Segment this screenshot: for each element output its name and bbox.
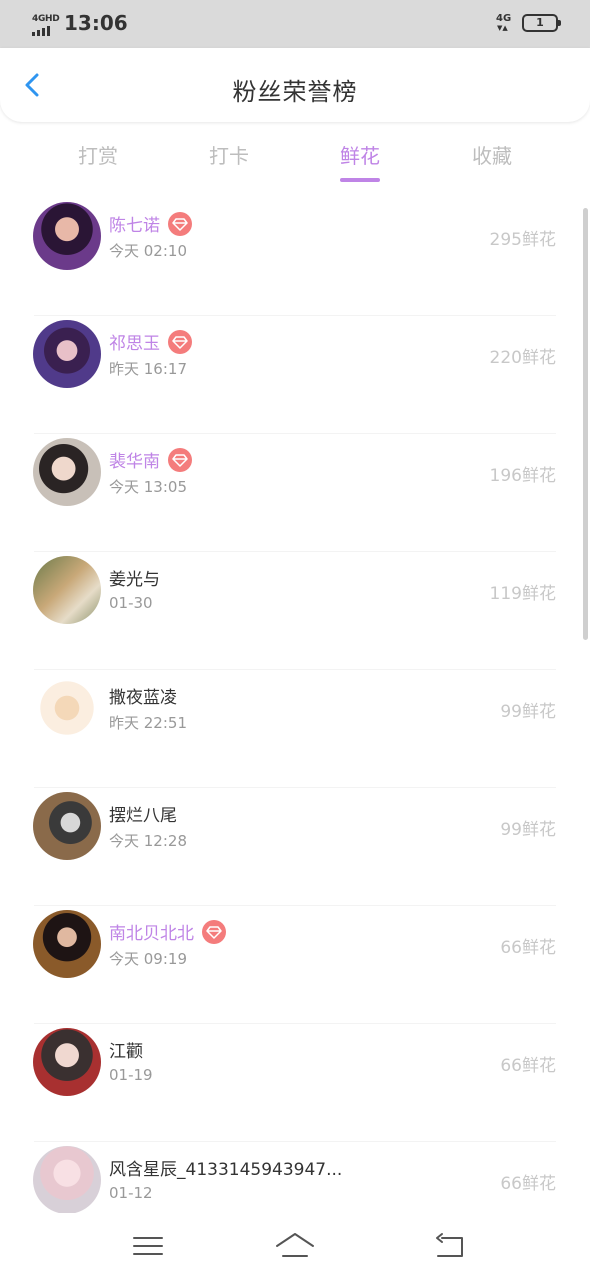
fan-time: 昨天 16:17 bbox=[109, 360, 187, 378]
fan-time: 今天 12:28 bbox=[109, 832, 187, 850]
tab-reward[interactable]: 打赏 bbox=[58, 140, 138, 169]
fan-time: 01-30 bbox=[109, 594, 153, 612]
fan-time: 今天 09:19 bbox=[109, 950, 187, 968]
fan-name[interactable]: 南北贝北北 bbox=[109, 919, 194, 944]
status-right: 4G ▼▲ 1 bbox=[496, 12, 561, 34]
fan-name-line: 祁思玉 bbox=[109, 329, 192, 354]
fan-name-line: 陈七诺 bbox=[109, 211, 192, 236]
fan-name-line: 摆烂八尾 bbox=[109, 801, 177, 826]
page-title: 粉丝荣誉榜 bbox=[232, 78, 358, 106]
data-network-icon: 4G ▼▲ bbox=[496, 13, 512, 32]
fan-time: 今天 13:05 bbox=[109, 478, 187, 496]
status-time: 13:06 bbox=[64, 11, 128, 35]
avatar[interactable] bbox=[33, 202, 101, 270]
list-item[interactable]: 裴华南 今天 13:05 196鲜花 bbox=[0, 434, 590, 552]
list-item[interactable]: 撒夜蓝凌 昨天 22:51 99鲜花 bbox=[0, 670, 590, 788]
status-left: 4GHD 13:06 bbox=[32, 10, 128, 36]
flower-count: 295鲜花 bbox=[489, 230, 556, 250]
tab-bar: 打赏 打卡 鲜花 收藏 bbox=[0, 126, 590, 186]
fan-name[interactable]: 姜光与 bbox=[109, 565, 160, 590]
fan-name[interactable]: 江颧 bbox=[109, 1037, 143, 1062]
fan-time: 01-12 bbox=[109, 1184, 153, 1202]
diamond-icon bbox=[202, 919, 226, 944]
battery-icon: 1 bbox=[522, 14, 561, 32]
menu-icon bbox=[133, 1237, 163, 1255]
fan-name[interactable]: 祁思玉 bbox=[109, 329, 160, 354]
flower-count: 66鲜花 bbox=[500, 1056, 556, 1076]
tab-checkin[interactable]: 打卡 bbox=[189, 140, 269, 169]
fan-name[interactable]: 风含星辰_4133145943947... bbox=[109, 1155, 342, 1180]
diamond-icon bbox=[168, 329, 192, 354]
list-item[interactable]: 姜光与 01-30 119鲜花 bbox=[0, 552, 590, 670]
diamond-icon bbox=[168, 447, 192, 472]
fan-name-line: 裴华南 bbox=[109, 447, 192, 472]
flower-count: 99鲜花 bbox=[500, 820, 556, 840]
avatar[interactable] bbox=[33, 438, 101, 506]
battery-level: 1 bbox=[536, 16, 544, 29]
fan-time: 今天 02:10 bbox=[109, 242, 187, 260]
flower-count: 99鲜花 bbox=[500, 702, 556, 722]
back-nav-button[interactable] bbox=[428, 1229, 472, 1263]
tab-flowers[interactable]: 鲜花 bbox=[320, 140, 400, 182]
diamond-icon bbox=[168, 211, 192, 236]
home-icon bbox=[276, 1233, 314, 1257]
fan-name-line: 风含星辰_4133145943947... bbox=[109, 1155, 342, 1180]
fan-name-line: 南北贝北北 bbox=[109, 919, 226, 944]
network-type-label: 4GHD bbox=[32, 14, 60, 24]
avatar[interactable] bbox=[33, 1028, 101, 1096]
avatar[interactable] bbox=[33, 320, 101, 388]
list-item[interactable]: 摆烂八尾 今天 12:28 99鲜花 bbox=[0, 788, 590, 906]
list-item[interactable]: 祁思玉 昨天 16:17 220鲜花 bbox=[0, 316, 590, 434]
list-item[interactable]: 江颧 01-19 66鲜花 bbox=[0, 1024, 590, 1142]
flower-count: 119鲜花 bbox=[489, 584, 556, 604]
tab-flowers-label: 鲜花 bbox=[340, 144, 380, 168]
active-tab-indicator bbox=[340, 178, 380, 182]
return-icon bbox=[436, 1233, 463, 1257]
avatar[interactable] bbox=[33, 910, 101, 978]
menu-button[interactable] bbox=[126, 1229, 170, 1263]
flower-count: 66鲜花 bbox=[500, 938, 556, 958]
flower-count: 220鲜花 bbox=[489, 348, 556, 368]
system-nav-bar bbox=[0, 1213, 590, 1280]
fan-time: 01-19 bbox=[109, 1066, 153, 1084]
flower-count: 196鲜花 bbox=[489, 466, 556, 486]
list-item[interactable]: 风含星辰_4133145943947... 01-12 66鲜花 bbox=[0, 1142, 590, 1213]
fan-name[interactable]: 摆烂八尾 bbox=[109, 801, 177, 826]
fan-name[interactable]: 裴华南 bbox=[109, 447, 160, 472]
home-button[interactable] bbox=[273, 1229, 317, 1263]
tab-favorites[interactable]: 收藏 bbox=[452, 140, 532, 169]
avatar[interactable] bbox=[33, 556, 101, 624]
fan-name-line: 姜光与 bbox=[109, 565, 160, 590]
fan-ranking-list: 陈七诺 今天 02:10 295鲜花 祁思玉 昨天 16:17 220鲜花 裴华… bbox=[0, 198, 590, 1213]
app-header: 粉丝荣誉榜 bbox=[0, 48, 590, 122]
avatar[interactable] bbox=[33, 792, 101, 860]
list-item[interactable]: 南北贝北北 今天 09:19 66鲜花 bbox=[0, 906, 590, 1024]
fan-name[interactable]: 撒夜蓝凌 bbox=[109, 683, 177, 708]
flower-count: 66鲜花 bbox=[500, 1174, 556, 1194]
status-bar: 4GHD 13:06 4G ▼▲ 1 bbox=[0, 0, 590, 48]
fan-time: 昨天 22:51 bbox=[109, 714, 187, 732]
fan-name[interactable]: 陈七诺 bbox=[109, 211, 160, 236]
avatar[interactable] bbox=[33, 674, 101, 742]
fan-name-line: 江颧 bbox=[109, 1037, 143, 1062]
list-item[interactable]: 陈七诺 今天 02:10 295鲜花 bbox=[0, 198, 590, 316]
cellular-signal-icon: 4GHD bbox=[32, 14, 60, 36]
scrollbar[interactable] bbox=[583, 208, 588, 640]
fan-name-line: 撒夜蓝凌 bbox=[109, 683, 177, 708]
data-network-label: 4G bbox=[496, 13, 512, 24]
avatar[interactable] bbox=[33, 1146, 101, 1213]
